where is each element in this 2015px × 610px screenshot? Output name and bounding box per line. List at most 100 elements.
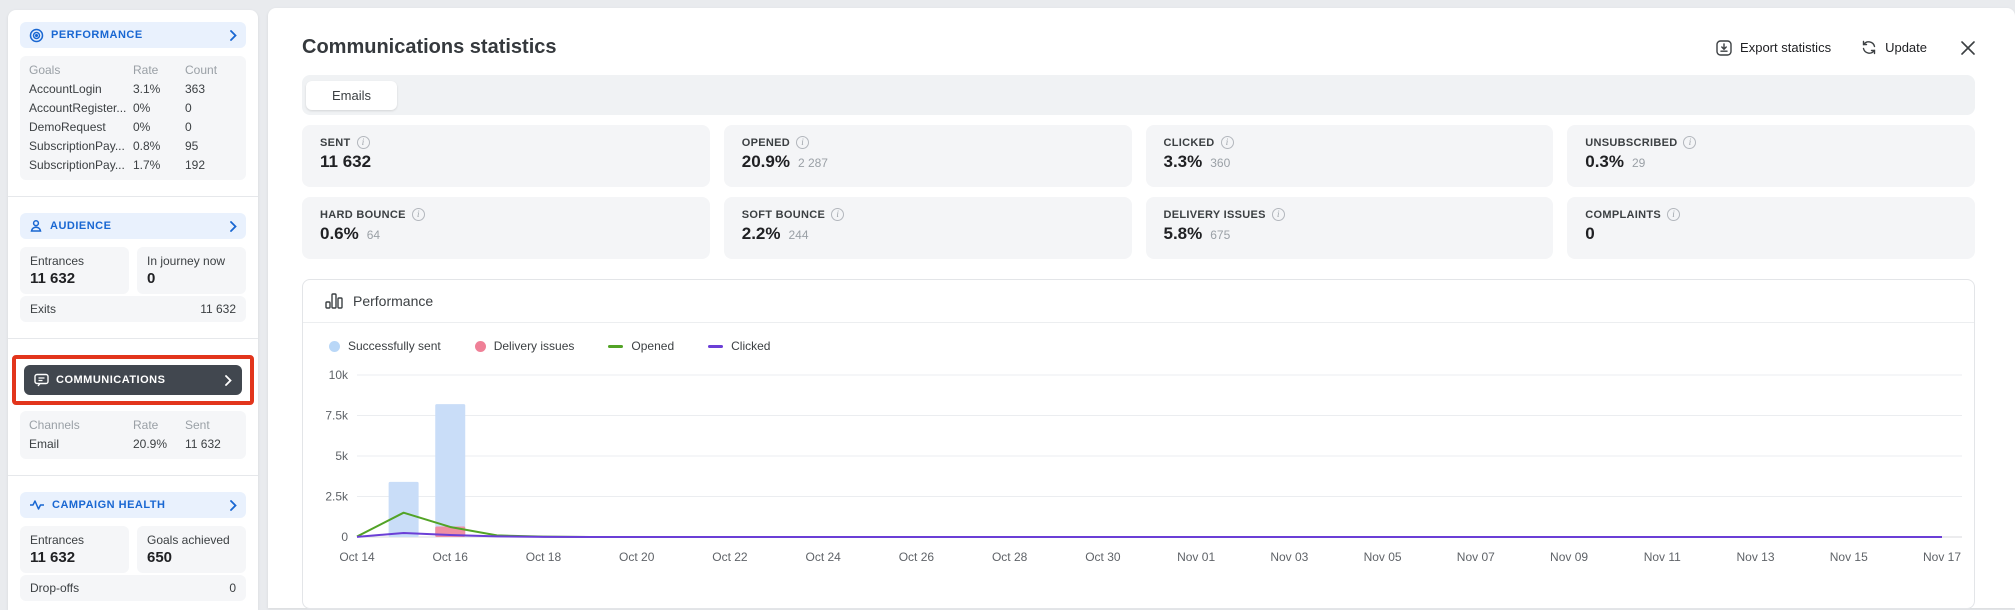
chart-legend: Successfully sent Delivery issues Opened… — [303, 323, 1974, 357]
info-icon[interactable] — [1221, 136, 1234, 149]
svg-text:5k: 5k — [335, 449, 349, 463]
svg-text:Oct 20: Oct 20 — [619, 550, 655, 564]
in-journey-cell: In journey now 0 — [137, 247, 246, 294]
stat-card-soft-bounce: SOFT BOUNCE 2.2%244 — [724, 197, 1132, 259]
svg-text:0: 0 — [341, 530, 348, 544]
goal-rate: 3.1% — [133, 80, 185, 99]
info-icon[interactable] — [796, 136, 809, 149]
svg-text:Nov 03: Nov 03 — [1270, 550, 1308, 564]
col-count: Count — [185, 61, 237, 80]
update-label: Update — [1885, 40, 1927, 55]
stat-value: 11 632 — [320, 152, 371, 172]
col-goals: Goals — [29, 61, 133, 80]
col-rate: Rate — [133, 61, 185, 80]
exits-label: Exits — [30, 302, 56, 316]
legend-swatch — [475, 341, 486, 352]
table-row: Email 20.9% 11 632 — [29, 435, 237, 454]
sidebar-item-communications[interactable]: COMMUNICATIONS — [24, 365, 242, 395]
table-row: AccountLogin 3.1% 363 — [29, 80, 237, 99]
communications-label: COMMUNICATIONS — [56, 374, 218, 386]
goal-rate: 0.8% — [133, 137, 185, 156]
legend-item-delivery-issues[interactable]: Delivery issues — [475, 339, 575, 353]
svg-text:Oct 28: Oct 28 — [992, 550, 1028, 564]
stats-grid: SENT 11 632 OPENED 20.9%2 287 CLICKED 3.… — [302, 125, 1975, 259]
legend-swatch — [329, 341, 340, 352]
legend-item-opened[interactable]: Opened — [608, 339, 674, 353]
close-icon[interactable] — [1961, 41, 1975, 55]
stat-value: 0 — [1585, 224, 1594, 244]
goals-achieved-label: Goals achieved — [147, 533, 236, 547]
svg-text:Oct 18: Oct 18 — [526, 550, 562, 564]
stat-card-unsubscribed: UNSUBSCRIBED 0.3%29 — [1567, 125, 1975, 187]
divider — [8, 475, 258, 476]
table-row: DemoRequest 0% 0 — [29, 118, 237, 137]
stat-value: 0.3% — [1585, 152, 1624, 172]
stat-card-delivery-issues: DELIVERY ISSUES 5.8%675 — [1146, 197, 1554, 259]
legend-item-clicked[interactable]: Clicked — [708, 339, 770, 353]
stat-value: 20.9% — [742, 152, 790, 172]
goal-name: SubscriptionPay... — [29, 156, 133, 175]
info-icon[interactable] — [1667, 208, 1680, 221]
goal-name: AccountLogin — [29, 80, 133, 99]
in-journey-value: 0 — [147, 270, 236, 287]
sidebar-item-audience[interactable]: AUDIENCE — [20, 213, 246, 239]
col-rate: Rate — [133, 416, 185, 435]
stat-count: 64 — [367, 228, 380, 242]
stat-card-sent: SENT 11 632 — [302, 125, 710, 187]
chevron-right-icon — [230, 500, 237, 511]
stat-label: SOFT BOUNCE — [742, 209, 825, 221]
stat-count: 675 — [1210, 228, 1230, 242]
svg-text:Oct 14: Oct 14 — [339, 550, 375, 564]
stat-value: 5.8% — [1164, 224, 1203, 244]
info-icon[interactable] — [1272, 208, 1285, 221]
dropoffs-row: Drop-offs 0 — [20, 575, 246, 601]
bar-chart-icon — [325, 293, 343, 309]
export-statistics-button[interactable]: Export statistics — [1716, 40, 1831, 56]
info-icon[interactable] — [1683, 136, 1696, 149]
stat-card-opened: OPENED 20.9%2 287 — [724, 125, 1132, 187]
info-icon[interactable] — [412, 208, 425, 221]
goals-achieved-value: 650 — [147, 549, 236, 566]
col-channels: Channels — [29, 416, 133, 435]
sidebar-item-performance[interactable]: PERFORMANCE — [20, 22, 246, 48]
download-icon — [1716, 40, 1732, 56]
svg-text:2.5k: 2.5k — [325, 490, 349, 504]
entrances-label: Entrances — [30, 254, 119, 268]
stat-value: 0.6% — [320, 224, 359, 244]
svg-text:Oct 16: Oct 16 — [433, 550, 469, 564]
tab-emails[interactable]: Emails — [306, 81, 397, 110]
update-button[interactable]: Update — [1861, 40, 1927, 55]
sidebar-item-campaign-health[interactable]: CAMPAIGN HEALTH — [20, 492, 246, 518]
exits-row: Exits 11 632 — [20, 296, 246, 322]
svg-text:Oct 24: Oct 24 — [805, 550, 841, 564]
svg-text:Oct 30: Oct 30 — [1085, 550, 1121, 564]
chevron-right-icon — [230, 221, 237, 232]
goal-count: 95 — [185, 137, 237, 156]
info-icon[interactable] — [831, 208, 844, 221]
chevron-right-icon — [225, 375, 232, 386]
svg-text:Nov 17: Nov 17 — [1923, 550, 1961, 564]
dropoffs-value: 0 — [229, 581, 236, 595]
channel-name: Email — [29, 435, 133, 454]
performance-chart[interactable]: 02.5k5k7.5k10kOct 14Oct 16Oct 18Oct 20Oc… — [303, 357, 1974, 596]
stat-card-hard-bounce: HARD BOUNCE 0.6%64 — [302, 197, 710, 259]
entrances-cell: Entrances 11 632 — [20, 247, 129, 294]
legend-label: Opened — [631, 339, 674, 353]
svg-text:Nov 07: Nov 07 — [1457, 550, 1495, 564]
ch-entrances-cell: Entrances 11 632 — [20, 526, 129, 573]
goal-rate: 1.7% — [133, 156, 185, 175]
stat-value: 3.3% — [1164, 152, 1203, 172]
ch-entrances-value: 11 632 — [30, 549, 119, 566]
info-icon[interactable] — [357, 136, 370, 149]
svg-text:Nov 15: Nov 15 — [1830, 550, 1868, 564]
legend-item-successfully-sent[interactable]: Successfully sent — [329, 339, 441, 353]
exits-value: 11 632 — [200, 302, 236, 316]
goal-count: 363 — [185, 80, 237, 99]
table-row: SubscriptionPay... 1.7% 192 — [29, 156, 237, 175]
goal-icon — [29, 28, 44, 43]
goals-table: Goals Rate Count AccountLogin 3.1% 363 A… — [20, 56, 246, 180]
goals-table-header: Goals Rate Count — [29, 61, 237, 80]
stat-value: 2.2% — [742, 224, 781, 244]
chat-bubble-icon — [34, 373, 49, 387]
goals-achieved-cell: Goals achieved 650 — [137, 526, 246, 573]
